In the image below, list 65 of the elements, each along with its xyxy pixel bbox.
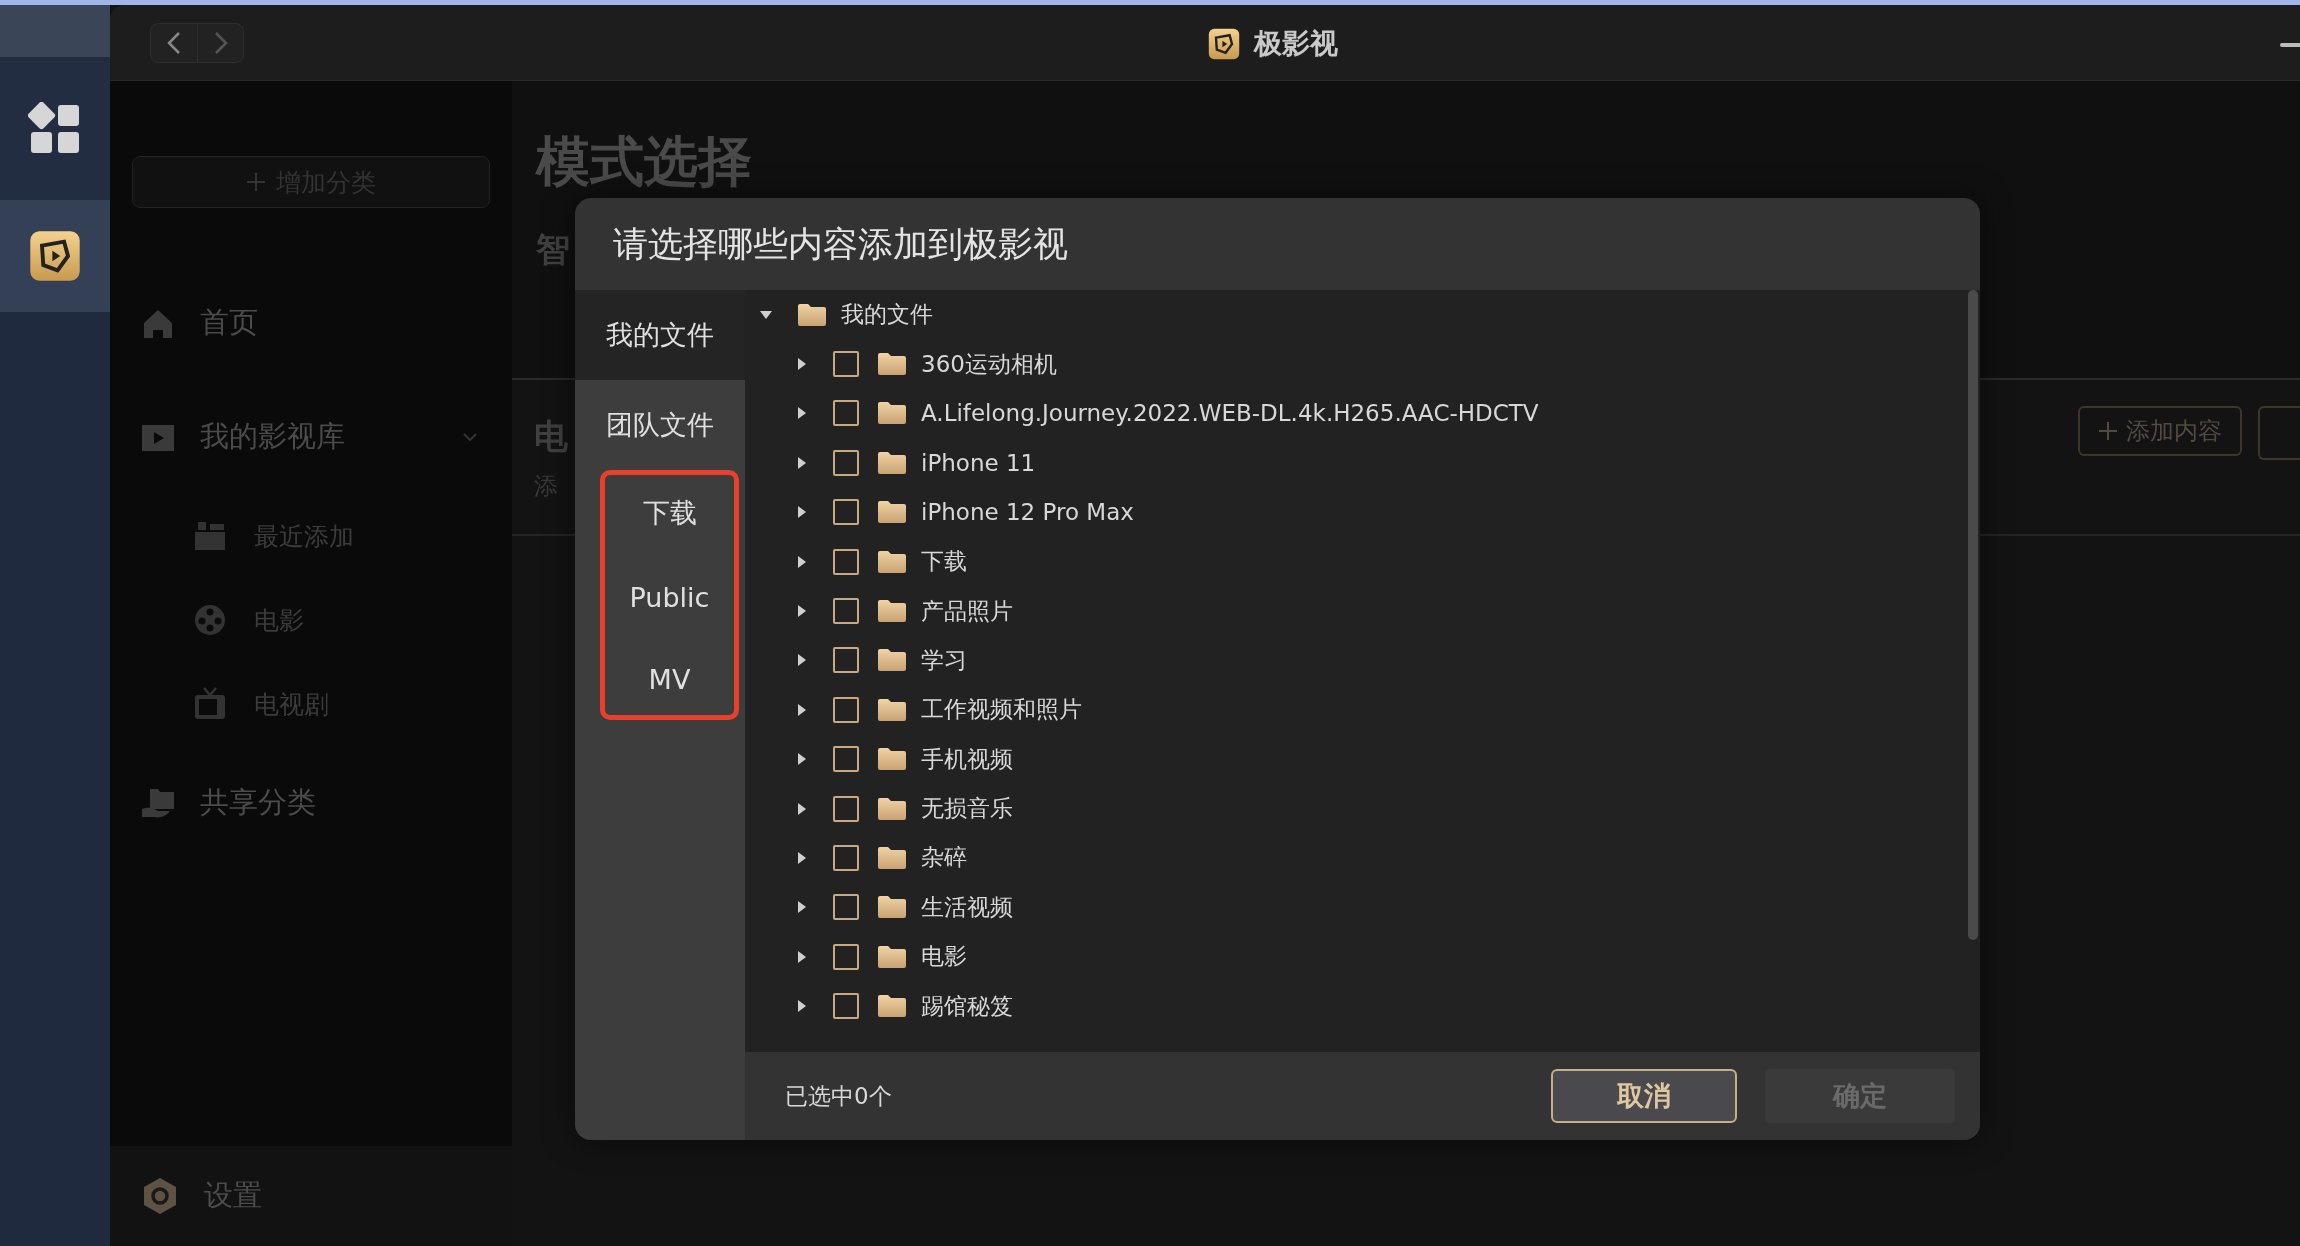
dialog-title: 请选择哪些内容添加到极影视: [612, 222, 1069, 266]
folder-icon: [877, 846, 907, 870]
checkbox[interactable]: [833, 647, 859, 674]
tree-item[interactable]: 下载: [921, 546, 967, 578]
checkbox[interactable]: [833, 795, 859, 822]
checkbox[interactable]: [833, 449, 859, 476]
folder-icon: [877, 895, 907, 920]
tree-item[interactable]: 学习: [921, 644, 967, 676]
tree-item[interactable]: 工作视频和照片: [921, 694, 1082, 726]
scrollbar[interactable]: [1968, 290, 1978, 940]
folder-icon: [877, 994, 907, 1019]
tv-icon: [192, 686, 228, 722]
tree-item[interactable]: 生活视频: [921, 891, 1013, 923]
tree-item[interactable]: 无损音乐: [921, 793, 1013, 825]
back-chevron-icon: [167, 30, 181, 55]
checkbox[interactable]: [833, 400, 859, 427]
forward-chevron-icon: [213, 30, 228, 55]
folder-icon: [877, 796, 907, 821]
checkbox[interactable]: [833, 351, 859, 378]
dock-item[interactable]: [0, 200, 110, 312]
page-title: 模式选择: [536, 129, 753, 195]
app-logo-icon: [29, 230, 81, 282]
folder-icon: [877, 549, 907, 574]
folder-icon: [877, 352, 907, 377]
checkbox[interactable]: [833, 845, 859, 871]
folder-item[interactable]: 下载: [642, 495, 697, 531]
folder-icon: [797, 302, 827, 327]
plus-icon: [246, 172, 266, 192]
selection-count: 已选中0个: [785, 1081, 893, 1111]
tree-item[interactable]: A.Lifelong.Journey.2022.WEB-DL.4k.H265.AAC-HDCTV: [921, 400, 1539, 427]
tree-item[interactable]: 产品照片: [921, 595, 1013, 627]
folder-icon: [877, 500, 907, 525]
tree-item[interactable]: 手机视频: [921, 743, 1013, 775]
tree-item[interactable]: 电影: [921, 941, 967, 973]
tree-item[interactable]: 360运动相机: [921, 348, 1057, 380]
checkbox[interactable]: [833, 894, 859, 921]
tree-item[interactable]: iPhone 12 Pro Max: [921, 499, 1134, 526]
tree-item[interactable]: 踢馆秘笈: [921, 990, 1013, 1022]
folder-icon: [877, 648, 907, 673]
cancel-button[interactable]: 取消: [1551, 1069, 1737, 1123]
folder-item[interactable]: Public: [629, 582, 710, 613]
checkbox[interactable]: [833, 548, 859, 575]
folder-icon: [877, 747, 907, 772]
tree-item[interactable]: 杂碎: [921, 842, 967, 874]
checkbox[interactable]: [833, 943, 859, 970]
checkbox[interactable]: [833, 499, 859, 526]
checkbox[interactable]: [833, 993, 859, 1020]
checkbox[interactable]: [833, 598, 859, 625]
checkbox[interactable]: [833, 696, 859, 723]
folder-icon: [877, 450, 907, 475]
folder-icon: [877, 944, 907, 969]
source-tab[interactable]: 我的文件: [575, 290, 745, 380]
app-logo-icon: [1208, 28, 1240, 60]
folder-item[interactable]: MV: [648, 664, 691, 695]
tree-item[interactable]: 我的文件: [841, 299, 933, 331]
plus-icon: [2098, 421, 2118, 441]
folder-icon: [877, 697, 907, 722]
window-title: 极影视: [1254, 26, 1338, 62]
tree-item[interactable]: iPhone 11: [921, 449, 1036, 476]
folder-icon: [877, 401, 907, 426]
folder-icon: [877, 599, 907, 624]
dock-item[interactable]: [0, 57, 110, 200]
checkbox[interactable]: [833, 746, 859, 773]
apps-grid-icon[interactable]: [28, 101, 82, 156]
film-reel-icon: [192, 602, 228, 638]
